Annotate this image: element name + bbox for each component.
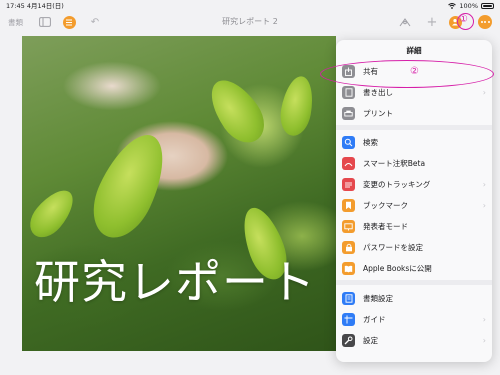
menu-item-label: 書類設定 xyxy=(363,294,393,303)
tea-leaf-image xyxy=(277,73,317,139)
tea-leaf-image xyxy=(200,70,274,152)
chevron-right-icon: › xyxy=(482,180,486,189)
document-settings-icon xyxy=(342,292,355,305)
menu-item-label: ブックマーク xyxy=(363,201,408,210)
chevron-right-icon: › xyxy=(482,336,486,345)
presenter-mode-icon xyxy=(342,220,355,233)
menu-item-label: Apple Booksに公開 xyxy=(363,264,432,273)
menu-item-label: 発表者モード xyxy=(363,222,408,231)
menu-item-print[interactable]: プリント xyxy=(336,103,492,124)
menu-separator xyxy=(336,125,492,130)
status-date: 4月14日(日) xyxy=(26,2,64,10)
chevron-right-icon: › xyxy=(482,88,486,97)
battery-percent: 100% xyxy=(459,2,478,10)
smart-annotation-icon xyxy=(342,157,355,170)
menu-item-track-changes[interactable]: 変更のトラッキング › xyxy=(336,174,492,195)
menu-item-document-setup[interactable]: 書類設定 xyxy=(336,288,492,309)
menu-item-bookmarks[interactable]: ブックマーク › xyxy=(336,195,492,216)
menu-item-label: スマート注釈Beta xyxy=(363,159,426,168)
document-canvas[interactable]: 研究レポート xyxy=(22,36,336,351)
tea-leaf-image xyxy=(22,182,82,245)
menu-item-label: ガイド xyxy=(363,315,386,324)
step2-ring xyxy=(320,60,494,88)
menu-item-publish-apple-books[interactable]: Apple Booksに公開 xyxy=(336,258,492,279)
password-icon xyxy=(342,241,355,254)
menu-item-smart-annotation[interactable]: スマート注釈Beta xyxy=(336,153,492,174)
menu-item-presenter-mode[interactable]: 発表者モード xyxy=(336,216,492,237)
menu-item-label: プリント xyxy=(363,109,393,118)
status-time-date: 17:45 4月14日(日) xyxy=(6,0,64,12)
menu-item-label: 変更のトラッキング xyxy=(363,180,431,189)
step2-label: ② xyxy=(410,66,419,77)
step1-label: ① xyxy=(459,14,468,25)
document-title-text: 研究レポート xyxy=(34,255,316,309)
settings-icon xyxy=(342,334,355,347)
export-icon xyxy=(342,86,355,99)
menu-item-label: 設定 xyxy=(363,336,378,345)
menu-item-search[interactable]: 検索 xyxy=(336,132,492,153)
menu-item-label: パスワードを設定 xyxy=(363,243,423,252)
tea-leaf-image xyxy=(81,124,178,248)
menu-separator xyxy=(336,280,492,285)
document-title: 研究レポート 2 xyxy=(222,17,278,26)
chevron-right-icon: › xyxy=(482,315,486,324)
menu-item-label: 検索 xyxy=(363,138,378,147)
battery-icon xyxy=(481,3,494,9)
status-right: 100% xyxy=(448,0,494,12)
print-icon xyxy=(342,107,355,120)
more-menu: 詳細 共有 書き出し › プリント 検索 スマート注釈Beta 変更のトラッキン… xyxy=(336,40,492,362)
menu-title: 詳細 xyxy=(406,46,422,55)
menu-item-settings[interactable]: 設定 › xyxy=(336,330,492,351)
menu-item-guides[interactable]: ガイド › xyxy=(336,309,492,330)
guides-icon xyxy=(342,313,355,326)
status-time: 17:45 xyxy=(6,2,25,10)
wifi-icon xyxy=(448,3,457,9)
menu-item-set-password[interactable]: パスワードを設定 xyxy=(336,237,492,258)
search-icon xyxy=(342,136,355,149)
chevron-right-icon: › xyxy=(482,201,486,210)
bookmark-icon xyxy=(342,199,355,212)
status-bar: 17:45 4月14日(日) 100% xyxy=(0,0,500,12)
track-changes-icon xyxy=(342,178,355,191)
apple-books-icon xyxy=(342,262,355,275)
